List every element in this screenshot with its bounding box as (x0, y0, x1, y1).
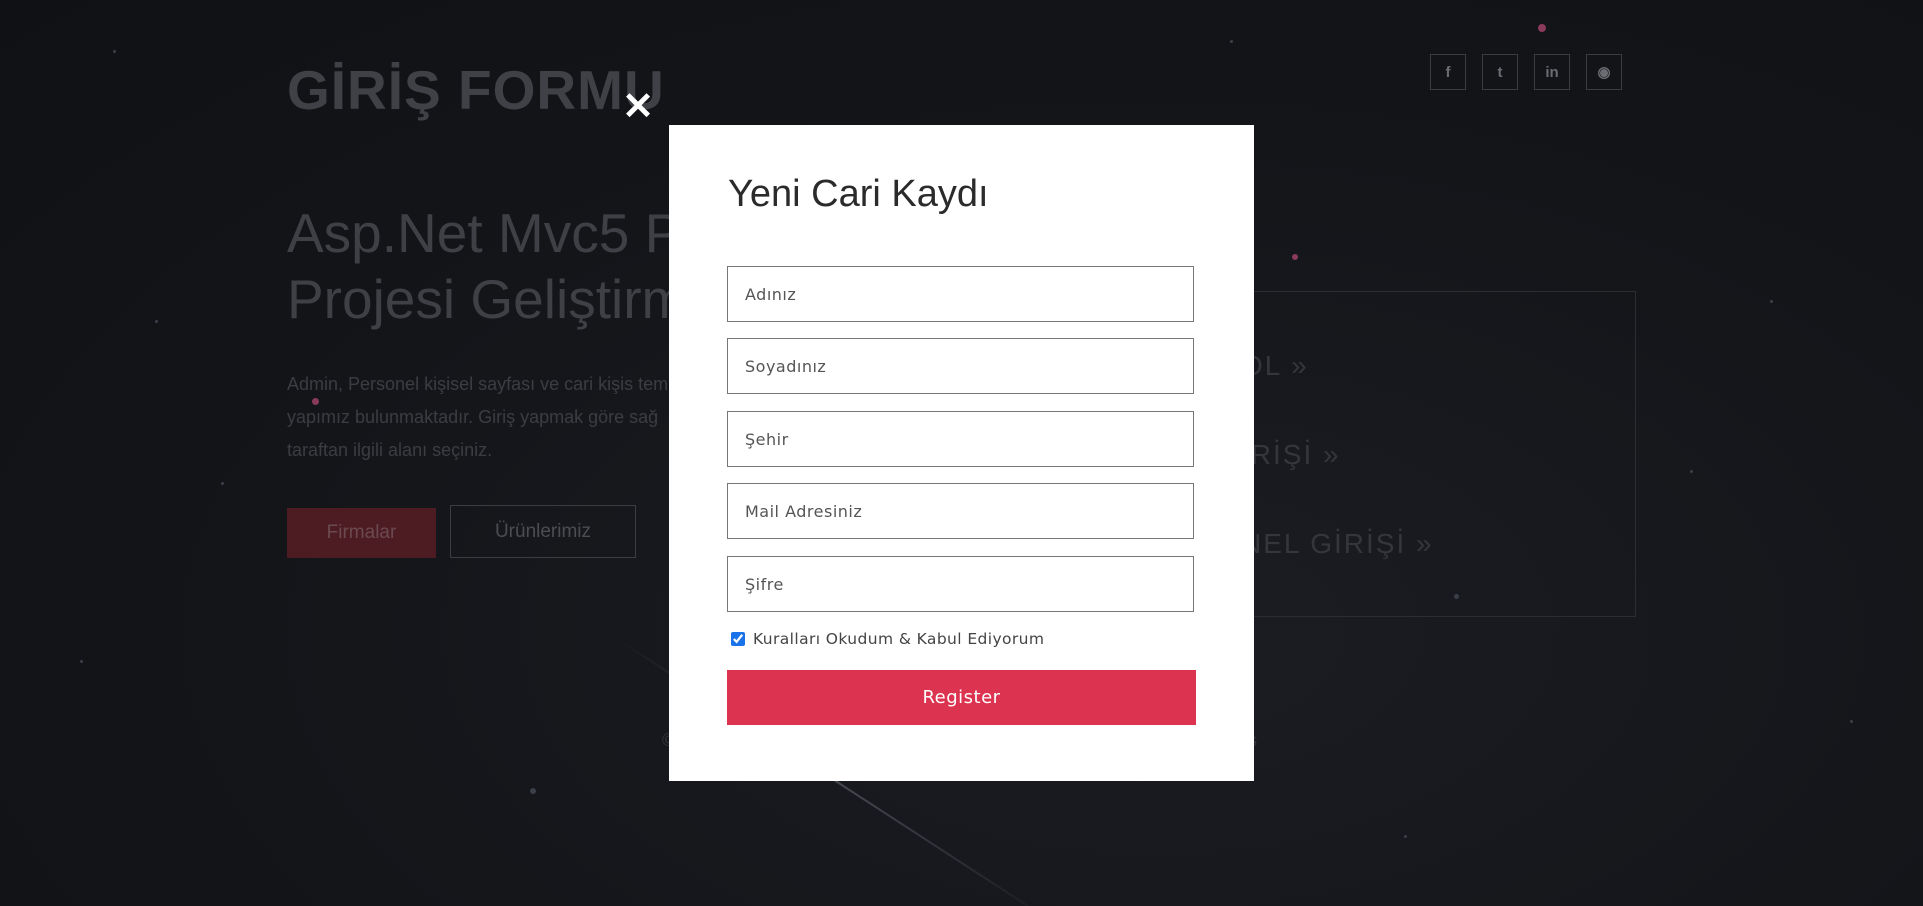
star-decoration (1538, 24, 1546, 32)
star-decoration (113, 50, 116, 53)
facebook-icon[interactable]: f (1430, 54, 1466, 90)
star-decoration (1404, 835, 1407, 838)
close-icon[interactable]: ✕ (621, 88, 655, 126)
password-input[interactable] (727, 556, 1194, 612)
first-name-input[interactable] (727, 266, 1194, 322)
terms-checkbox[interactable] (731, 632, 745, 646)
site-logo[interactable]: GİRİŞ FORMU (287, 58, 665, 122)
city-input[interactable] (727, 411, 1194, 467)
linkedin-icon[interactable]: in (1534, 54, 1570, 90)
email-input[interactable] (727, 483, 1194, 539)
github-icon[interactable]: ◉ (1586, 54, 1622, 90)
twitter-icon[interactable]: t (1482, 54, 1518, 90)
star-decoration (1850, 720, 1853, 723)
hero-title-line: Projesi Geliştirm (287, 268, 688, 330)
hero-title: Asp.Net Mvc5 P Projesi Geliştirm (287, 200, 687, 332)
urunlerimiz-button[interactable]: Ürünlerimiz (450, 505, 636, 558)
star-decoration (155, 320, 158, 323)
star-decoration (1770, 300, 1773, 303)
side-link-cari-login[interactable]: İRİŞİ » (1241, 439, 1341, 471)
hero-title-line: Asp.Net Mvc5 P (287, 202, 682, 264)
modal-title: Yeni Cari Kaydı (728, 173, 989, 215)
star-decoration (1690, 470, 1693, 473)
star-decoration (221, 482, 224, 485)
star-decoration (1230, 40, 1233, 43)
side-link-personel-login[interactable]: NEL GİRİŞİ » (1241, 528, 1434, 560)
firmalar-button[interactable]: Firmalar (287, 508, 436, 558)
social-links: f t in ◉ (1430, 54, 1622, 90)
register-button[interactable]: Register (727, 670, 1196, 725)
register-modal: Yeni Cari Kaydı Kuralları Okudum & Kabul… (669, 125, 1254, 781)
star-decoration (530, 788, 536, 794)
star-decoration (1292, 254, 1298, 260)
terms-label: Kuralları Okudum & Kabul Ediyorum (753, 630, 1045, 648)
terms-row: Kuralları Okudum & Kabul Ediyorum (731, 630, 1044, 648)
last-name-input[interactable] (727, 338, 1194, 394)
star-decoration (80, 660, 83, 663)
hero-description: Admin, Personel kişisel sayfası ve cari … (287, 374, 683, 460)
page-background: GİRİŞ FORMU f t in ◉ Asp.Net Mvc5 P Proj… (0, 0, 1923, 906)
